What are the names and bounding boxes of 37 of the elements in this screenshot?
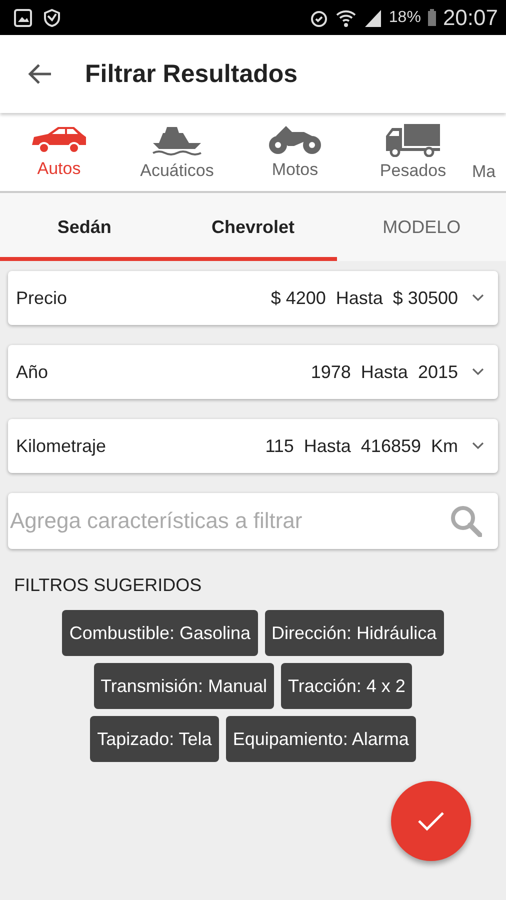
battery-icon bbox=[426, 8, 437, 26]
filter-chip[interactable]: Transmisión: Manual bbox=[94, 663, 274, 709]
wifi-icon bbox=[334, 8, 357, 28]
image-icon bbox=[14, 8, 32, 26]
motorcycle-icon bbox=[266, 124, 324, 156]
screen-title: Filtrar Resultados bbox=[85, 60, 298, 88]
checkmark-icon bbox=[417, 811, 445, 831]
category-tab[interactable]: Pesados bbox=[354, 123, 472, 181]
search-icon bbox=[450, 505, 482, 537]
car-icon bbox=[30, 125, 88, 155]
step-tab[interactable]: MODELO bbox=[337, 193, 506, 261]
signal-icon bbox=[362, 8, 383, 28]
chevron-down-icon bbox=[472, 294, 484, 302]
filter-chip[interactable]: Dirección: Hidráulica bbox=[264, 610, 444, 656]
filter-dropdown[interactable]: Año 1978 Hasta 2015 bbox=[8, 345, 498, 399]
section-heading: FILTROS SUGERIDOS bbox=[14, 575, 203, 596]
filter-chip[interactable]: Combustible: Gasolina bbox=[62, 610, 258, 656]
filter-dropdown[interactable]: Precio $ 4200 Hasta $ 30500 bbox=[8, 271, 498, 325]
search-field[interactable]: Agrega características a filtrar bbox=[8, 493, 498, 549]
chevron-down-icon bbox=[472, 442, 484, 450]
category-tab[interactable]: Motos bbox=[236, 124, 354, 180]
shield-icon bbox=[42, 8, 62, 28]
clock-text: 20:07 bbox=[442, 4, 498, 30]
filter-dropdown[interactable]: Kilometraje 115 Hasta 416859 Km bbox=[8, 419, 498, 473]
step-tab[interactable]: Sedán bbox=[0, 193, 169, 261]
filter-chip[interactable]: Equipamiento: Alarma bbox=[226, 716, 416, 762]
truck-icon bbox=[384, 123, 442, 157]
chevron-down-icon bbox=[472, 368, 484, 376]
battery-text: 18% bbox=[388, 8, 421, 26]
filter-chip[interactable]: Tapizado: Tela bbox=[90, 716, 219, 762]
category-tab[interactable]: Ma bbox=[472, 162, 496, 191]
apply-button[interactable] bbox=[391, 781, 471, 861]
filter-chip[interactable]: Tracción: 4 x 2 bbox=[281, 663, 412, 709]
back-arrow-icon[interactable] bbox=[27, 63, 53, 85]
category-tab[interactable]: Autos bbox=[0, 125, 118, 179]
step-tab[interactable]: Chevrolet bbox=[168, 193, 338, 261]
category-tab[interactable]: Acuáticos bbox=[118, 123, 236, 181]
